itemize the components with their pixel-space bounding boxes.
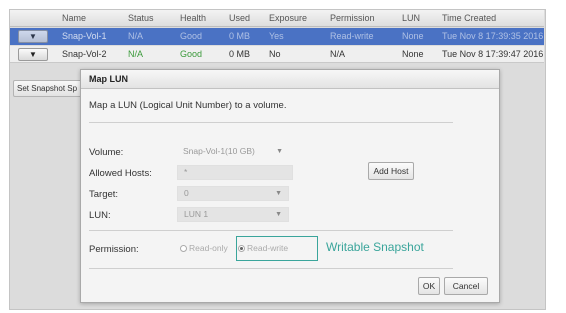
target-label: Target: bbox=[89, 189, 119, 200]
allowed-hosts-value: * bbox=[184, 167, 188, 177]
cell-used: 0 MB bbox=[229, 49, 251, 59]
cell-permission: N/A bbox=[330, 49, 346, 59]
col-used[interactable]: Used bbox=[229, 10, 250, 27]
caret-down-icon: ▼ bbox=[276, 148, 283, 155]
add-host-button[interactable]: Add Host bbox=[368, 162, 414, 180]
expand-arrow-icon[interactable]: ▼ bbox=[18, 48, 48, 61]
expand-arrow-icon[interactable]: ▼ bbox=[18, 30, 48, 43]
col-exposure[interactable]: Exposure bbox=[269, 10, 307, 27]
allowed-hosts-label: Allowed Hosts: bbox=[89, 168, 152, 179]
dialog-title: Map LUN bbox=[81, 70, 499, 89]
caret-down-icon: ▼ bbox=[275, 190, 282, 197]
volume-select[interactable]: Snap-Vol-1(10 GB) ▼ bbox=[177, 145, 289, 160]
radio-read-only[interactable]: Read-only bbox=[180, 243, 228, 253]
set-snapshot-space-button[interactable]: Set Snapshot Sp bbox=[13, 80, 89, 97]
lun-select[interactable]: LUN 1 ▼ bbox=[177, 207, 289, 222]
dialog-description: Map a LUN (Logical Unit Number) to a vol… bbox=[89, 100, 287, 111]
divider bbox=[89, 122, 453, 123]
cell-exposure: Yes bbox=[269, 31, 284, 41]
volume-label: Volume: bbox=[89, 147, 124, 158]
allowed-hosts-input[interactable]: * bbox=[177, 165, 293, 180]
map-lun-dialog: Map LUN Map a LUN (Logical Unit Number) … bbox=[80, 69, 500, 303]
cell-status: N/A bbox=[128, 31, 144, 41]
col-health[interactable]: Health bbox=[180, 10, 206, 27]
col-status[interactable]: Status bbox=[128, 10, 154, 27]
target-value: 0 bbox=[184, 188, 189, 198]
cell-health: Good bbox=[180, 49, 203, 59]
col-name[interactable]: Name bbox=[62, 10, 86, 27]
cell-time-created: Tue Nov 8 17:39:35 2016 bbox=[442, 31, 544, 41]
col-permission[interactable]: Permission bbox=[330, 10, 375, 27]
ok-button[interactable]: OK bbox=[418, 277, 440, 295]
cell-name: Snap-Vol-1 bbox=[62, 31, 107, 41]
annotation-highlight-box bbox=[236, 236, 318, 261]
radio-circle-icon bbox=[180, 245, 187, 252]
annotation-callout: Writable Snapshot bbox=[326, 240, 424, 254]
radio-read-only-label: Read-only bbox=[189, 243, 228, 253]
col-lun[interactable]: LUN bbox=[402, 10, 420, 27]
cell-lun: None bbox=[402, 31, 424, 41]
cell-lun: None bbox=[402, 49, 424, 59]
table-row[interactable]: ▼ Snap-Vol-1 N/A Good 0 MB Yes Read-writ… bbox=[10, 28, 544, 45]
cell-permission: Read-write bbox=[330, 31, 374, 41]
caret-down-icon: ▼ bbox=[275, 211, 282, 218]
cell-status: N/A bbox=[128, 49, 144, 59]
divider bbox=[89, 230, 453, 231]
cell-name: Snap-Vol-2 bbox=[62, 49, 107, 59]
table-row[interactable]: ▼ Snap-Vol-2 N/A Good 0 MB No N/A None T… bbox=[10, 46, 544, 63]
permission-label: Permission: bbox=[89, 244, 139, 255]
lun-label: LUN: bbox=[89, 210, 111, 221]
col-time-created[interactable]: Time Created bbox=[442, 10, 496, 27]
cell-health: Good bbox=[180, 31, 203, 41]
cell-exposure: No bbox=[269, 49, 281, 59]
cell-time-created: Tue Nov 8 17:39:47 2016 bbox=[442, 49, 544, 59]
volume-value: Snap-Vol-1(10 GB) bbox=[183, 146, 255, 156]
table-header: Name Status Health Used Exposure Permiss… bbox=[10, 10, 544, 27]
lun-value: LUN 1 bbox=[184, 209, 209, 219]
cell-used: 0 MB bbox=[229, 31, 251, 41]
divider bbox=[89, 268, 453, 269]
target-select[interactable]: 0 ▼ bbox=[177, 186, 289, 201]
cancel-button[interactable]: Cancel bbox=[444, 277, 488, 295]
